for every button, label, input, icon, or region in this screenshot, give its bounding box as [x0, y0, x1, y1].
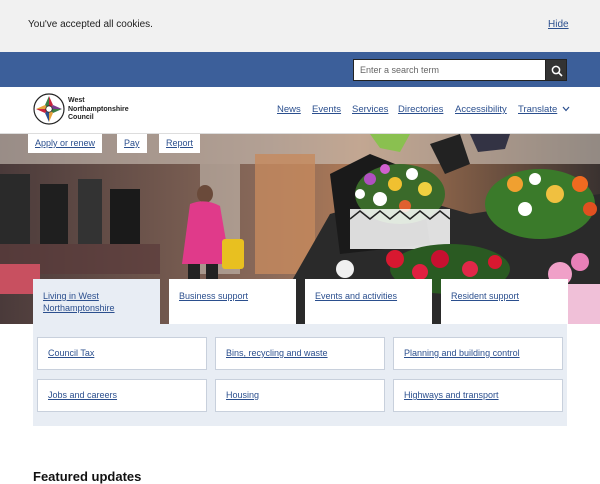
tab-living[interactable]: Living in West Northamptonshire [33, 279, 160, 324]
link-jobs-careers[interactable]: Jobs and careers [37, 379, 207, 412]
nav-directories[interactable]: Directories [398, 104, 443, 115]
quick-link-apply[interactable]: Apply or renew [28, 134, 103, 153]
tab-resident-support[interactable]: Resident support [441, 279, 568, 324]
nav-accessibility[interactable]: Accessibility [455, 104, 507, 115]
search-icon [551, 65, 563, 77]
link-planning[interactable]: Planning and building control [393, 337, 563, 370]
quick-link-report[interactable]: Report [159, 134, 201, 153]
link-housing[interactable]: Housing [215, 379, 385, 412]
tab-business-support[interactable]: Business support [169, 279, 296, 324]
nav-events[interactable]: Events [312, 104, 341, 115]
nav-services[interactable]: Services [352, 104, 388, 115]
featured-heading: Featured updates [33, 469, 142, 484]
link-highways[interactable]: Highways and transport [393, 379, 563, 412]
quick-link-pay[interactable]: Pay [117, 134, 147, 153]
cookie-hide-link[interactable]: Hide [548, 19, 569, 30]
nav-news[interactable]: News [277, 104, 301, 115]
search-button[interactable] [545, 59, 567, 81]
search-input[interactable] [353, 59, 546, 81]
link-council-tax[interactable]: Council Tax [37, 337, 207, 370]
nav-translate[interactable]: Translate [518, 104, 570, 115]
council-name: West Northamptonshire Council [68, 97, 129, 121]
chevron-down-icon [562, 106, 570, 112]
link-bins-recycling[interactable]: Bins, recycling and waste [215, 337, 385, 370]
tab-events-activities[interactable]: Events and activities [305, 279, 432, 324]
council-logo[interactable] [33, 93, 65, 125]
cookie-message: You've accepted all cookies. [28, 19, 153, 30]
